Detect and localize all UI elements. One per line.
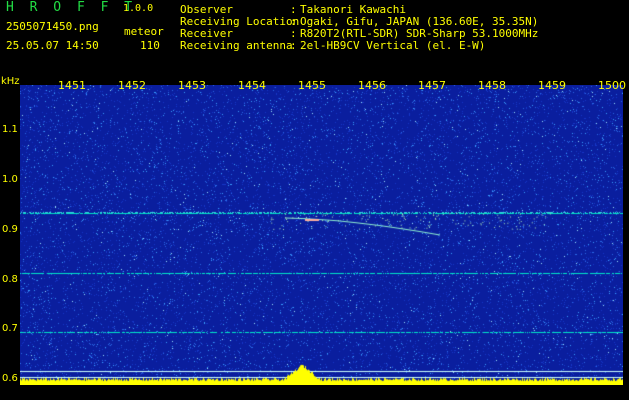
y-axis-unit: kHz [1, 76, 20, 87]
x-tick-1457: 1457 [418, 79, 446, 92]
x-tick-1456: 1456 [358, 79, 386, 92]
x-tick-1453: 1453 [178, 79, 206, 92]
header-panel: H R O F F T 1.0.0 2505071450.png meteor … [0, 0, 629, 78]
y-tick-1.0: 1.0 [2, 174, 18, 185]
app-title: H R O F F T [6, 0, 137, 15]
y-tick-1.1: 1.1 [2, 124, 18, 135]
spectrogram-canvas [20, 85, 623, 385]
antenna-value: 2el-HB9CV Vertical (el. E-W) [300, 39, 486, 52]
app-version: 1.0.0 [123, 3, 154, 14]
event-count: 110 [140, 39, 160, 52]
x-tick-1455: 1455 [298, 79, 326, 92]
date-time: 25.05.07 14:50 [6, 39, 99, 52]
file-name: 2505071450.png [6, 20, 99, 33]
x-tick-1459: 1459 [538, 79, 566, 92]
x-tick-1500: 1500 [598, 79, 626, 92]
x-tick-1452: 1452 [118, 79, 146, 92]
x-tick-1451: 1451 [58, 79, 86, 92]
y-tick-0.8: 0.8 [2, 274, 18, 285]
antenna-label: Receiving antenna [180, 39, 293, 52]
x-tick-1458: 1458 [478, 79, 506, 92]
y-tick-0.7: 0.7 [2, 323, 18, 334]
y-tick-0.9: 0.9 [2, 224, 18, 235]
y-tick-0.6: 0.6 [2, 373, 18, 384]
category-label: meteor [124, 25, 164, 38]
x-tick-1454: 1454 [238, 79, 266, 92]
antenna-sep: : [290, 39, 297, 52]
